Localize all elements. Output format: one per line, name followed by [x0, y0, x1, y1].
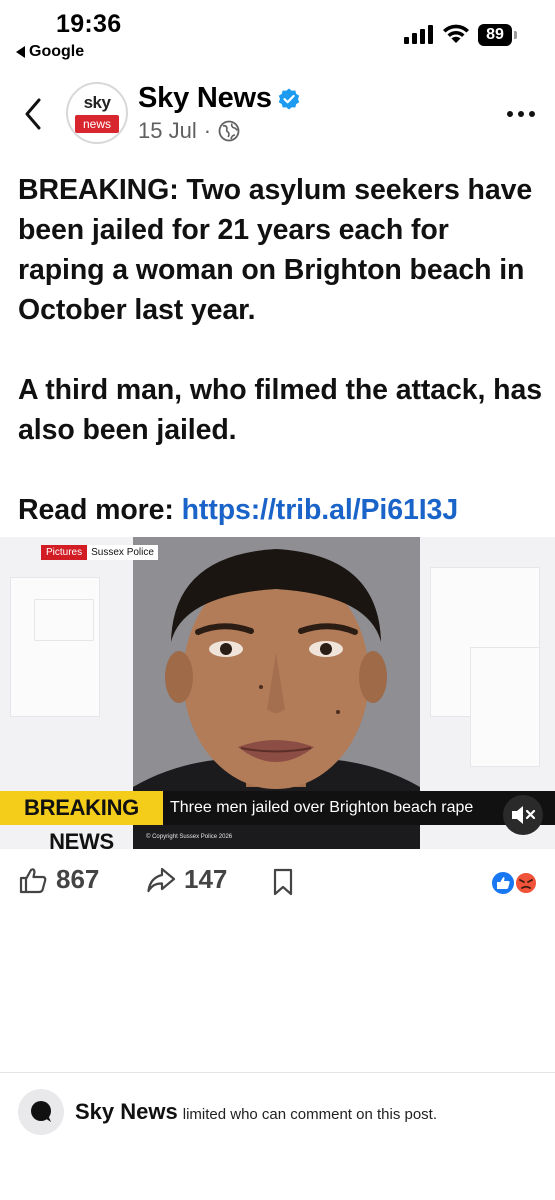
ticker-headline: Three men jailed over Brighton beach rap…	[170, 799, 474, 816]
post-text: BREAKING: Two asylum seekers have been j…	[18, 170, 543, 530]
back-chevron-icon[interactable]	[22, 96, 44, 132]
restriction-message: limited who can comment on this post.	[182, 1106, 438, 1123]
comment-restriction-notice: Sky News limited who can comment on this …	[18, 1089, 543, 1135]
restriction-icon-container	[18, 1089, 64, 1135]
mute-button[interactable]	[503, 795, 543, 835]
battery-nub	[514, 31, 517, 39]
status-bar: 19:36 Google 89	[0, 0, 555, 70]
share-count: 147	[184, 864, 228, 894]
credit-source: Sussex Police	[87, 545, 158, 560]
back-to-app-link[interactable]: Google	[16, 43, 84, 61]
back-app-label: Google	[29, 43, 85, 60]
more-options-icon[interactable]	[506, 110, 536, 118]
post-paragraph-2: A third man, who filmed the attack, has …	[18, 374, 542, 446]
page-name[interactable]: Sky News	[138, 82, 300, 115]
battery-indicator: 89	[478, 24, 518, 46]
background-panel	[34, 599, 94, 641]
read-more-label: Read more:	[18, 494, 174, 526]
avatar-sky-text: sky	[83, 93, 111, 112]
post-date: 15 Jul	[138, 118, 197, 143]
post-header: sky news Sky News 15 Jul ·	[0, 80, 555, 150]
speaker-muted-icon	[512, 806, 536, 824]
wifi-icon	[443, 24, 469, 43]
back-triangle-icon	[16, 46, 25, 58]
share-arrow-icon	[147, 867, 176, 892]
globe-icon	[218, 120, 240, 142]
background-panel	[470, 647, 540, 767]
reaction-icons	[490, 870, 538, 896]
restriction-text: Sky News limited who can comment on this …	[75, 1099, 437, 1125]
cellular-signal-icon	[404, 25, 433, 44]
news-ticker: BREAKING NEWS Three men jailed over Brig…	[0, 791, 555, 849]
angry-reaction-icon	[514, 871, 538, 895]
verified-badge-icon	[278, 88, 300, 109]
thumbs-up-icon	[19, 867, 47, 893]
credit-label: Pictures	[41, 545, 88, 560]
breaking-news-label: BREAKING NEWS	[0, 791, 163, 849]
meta-separator: ·	[203, 118, 212, 143]
avatar-news-text: news	[75, 115, 119, 133]
page-name-text: Sky News	[138, 82, 272, 114]
copyright-text: © Copyright Sussex Police 2026	[146, 834, 233, 840]
post-meta: 15 Jul ·	[138, 118, 240, 144]
article-link[interactable]: https://trib.al/Pi61I3J	[182, 494, 459, 526]
restriction-page-name: Sky News	[75, 1099, 178, 1124]
post-paragraph-1: BREAKING: Two asylum seekers have been j…	[18, 174, 533, 326]
battery-level: 89	[478, 24, 512, 46]
page-avatar[interactable]: sky news	[66, 82, 128, 144]
photo-credit: Pictures Sussex Police	[41, 545, 158, 560]
bookmark-icon[interactable]	[272, 868, 294, 896]
read-more-line: Read more: https://trib.al/Pi61I3J	[18, 490, 543, 530]
video-player[interactable]: Pictures Sussex Police BREAKING NEWS Thr…	[0, 537, 555, 849]
divider	[0, 1072, 555, 1073]
like-count: 867	[56, 864, 100, 894]
like-button[interactable]: 867	[18, 864, 99, 895]
status-time: 19:36	[56, 10, 122, 38]
post-actions: 867 147	[0, 860, 555, 904]
share-button[interactable]: 147	[146, 864, 227, 895]
background-panel	[10, 577, 100, 717]
chat-bubble-icon	[31, 1101, 51, 1122]
